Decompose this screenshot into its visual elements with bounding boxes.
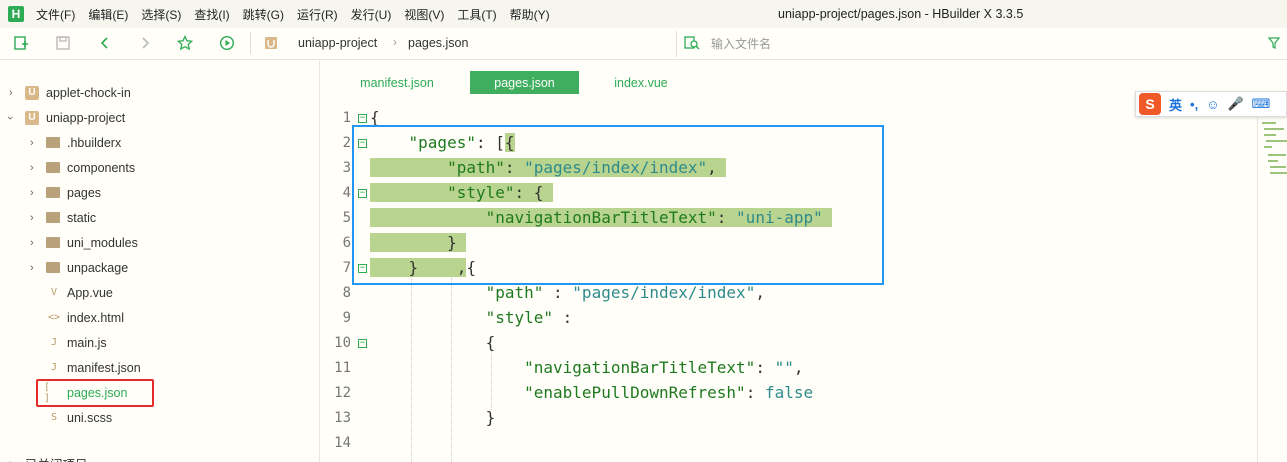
fold-toggle-icon[interactable]: − xyxy=(358,339,367,348)
code-line: 14 xyxy=(321,431,1257,456)
project-icon: U xyxy=(25,85,39,100)
tree-item-uni-scss[interactable]: S uni.scss xyxy=(0,405,320,430)
project-icon xyxy=(262,34,280,52)
folder-icon xyxy=(46,187,60,198)
file-search xyxy=(676,31,1284,57)
closed-projects-header[interactable]: › 已关闭项目 xyxy=(0,451,320,462)
tree-item-uni-modules[interactable]: › uni_modules xyxy=(0,230,320,255)
search-file-icon xyxy=(683,34,701,52)
chevron-right-icon[interactable]: › xyxy=(30,262,34,274)
toolbar: uniapp-project › pages.json xyxy=(0,28,1287,60)
project-icon: U xyxy=(25,110,39,125)
hbuilder-logo-icon: H xyxy=(8,6,24,22)
line-number: 13 xyxy=(334,410,351,426)
tree-item-static[interactable]: › static xyxy=(0,205,320,230)
js-file-icon: J xyxy=(50,337,58,348)
folder-icon xyxy=(46,262,60,273)
ime-emoji-icon[interactable]: ☺ xyxy=(1206,97,1219,112)
tab-index-vue[interactable]: index.vue xyxy=(591,71,691,94)
folder-icon xyxy=(46,237,60,248)
menu-select[interactable]: 选择(S) xyxy=(141,6,181,23)
line-number: 4 xyxy=(342,185,351,201)
ime-voice-icon[interactable]: 🎤 xyxy=(1227,96,1243,112)
tree-item-unpackage[interactable]: › unpackage xyxy=(0,255,320,280)
tree-item-components[interactable]: › components xyxy=(0,155,320,180)
selection-highlight-frame xyxy=(352,125,884,285)
folder-icon xyxy=(46,162,60,173)
ime-keyboard-icon[interactable]: ⌨ xyxy=(1252,96,1271,112)
folder-icon xyxy=(46,137,60,148)
line-number: 9 xyxy=(342,310,351,326)
ime-toolbar[interactable]: S 英 •, ☺ 🎤 ⌨ xyxy=(1135,91,1287,117)
line-number: 5 xyxy=(342,210,351,226)
star-icon[interactable] xyxy=(176,34,194,52)
breadcrumb-file[interactable]: pages.json xyxy=(408,36,468,50)
html-file-icon: <> xyxy=(47,312,61,323)
code-line: 9 "style" : xyxy=(321,306,1257,331)
menu-view[interactable]: 视图(V) xyxy=(404,6,444,23)
line-number: 14 xyxy=(334,435,351,451)
code-line: 13 } xyxy=(321,406,1257,431)
folder-icon xyxy=(46,212,60,223)
file-search-input[interactable] xyxy=(711,35,1231,53)
tree-item-uniapp-project[interactable]: › U uniapp-project xyxy=(0,105,320,130)
tree-item-hbuilderx[interactable]: › .hbuilderx xyxy=(0,130,320,155)
menu-help[interactable]: 帮助(Y) xyxy=(510,6,550,23)
tree-item-app-vue[interactable]: V App.vue xyxy=(0,280,320,305)
ime-punctuation-icon[interactable]: •, xyxy=(1190,97,1198,112)
selected-file-highlight xyxy=(36,379,154,407)
code-line: 10 − { xyxy=(321,331,1257,356)
menu-publish[interactable]: 发行(U) xyxy=(351,6,392,23)
chevron-down-icon[interactable]: › xyxy=(4,116,16,120)
ime-language-toggle[interactable]: 英 xyxy=(1169,95,1182,114)
line-number: 2 xyxy=(342,135,351,151)
tab-pages-json[interactable]: pages.json xyxy=(470,71,579,94)
save-icon[interactable] xyxy=(54,34,72,52)
code-line: 12 "enablePullDownRefresh": false xyxy=(321,381,1257,406)
vue-file-icon: V xyxy=(50,287,58,298)
tree-item-index-html[interactable]: <> index.html xyxy=(0,305,320,330)
line-number: 7 xyxy=(342,260,351,276)
minimap[interactable] xyxy=(1257,100,1287,462)
menu-file[interactable]: 文件(F) xyxy=(36,6,75,23)
tree-item-pages[interactable]: › pages xyxy=(0,180,320,205)
tree-item-manifest-json[interactable]: J manifest.json xyxy=(0,355,320,380)
chevron-right-icon[interactable]: › xyxy=(30,137,34,149)
scss-file-icon: S xyxy=(50,412,58,423)
line-number: 12 xyxy=(334,385,351,401)
chevron-right-icon[interactable]: › xyxy=(9,87,13,99)
fold-toggle-icon[interactable]: − xyxy=(358,114,367,123)
menu-tools[interactable]: 工具(T) xyxy=(457,6,496,23)
chevron-right-icon[interactable]: › xyxy=(9,458,13,462)
code-line: 11 "navigationBarTitleText": "", xyxy=(321,356,1257,381)
menu-edit[interactable]: 编辑(E) xyxy=(88,6,128,23)
breadcrumb-project[interactable]: uniapp-project xyxy=(298,36,377,50)
chevron-right-icon[interactable]: › xyxy=(30,212,34,224)
window-title: uniapp-project/pages.json - HBuilder X 3… xyxy=(778,7,1024,21)
line-number: 6 xyxy=(342,235,351,251)
json-file-icon: J xyxy=(50,362,58,373)
menu-find[interactable]: 查找(I) xyxy=(194,6,229,23)
menu-bar: H 文件(F) 编辑(E) 选择(S) 查找(I) 跳转(G) 运行(R) 发行… xyxy=(0,0,1287,28)
line-number: 3 xyxy=(342,160,351,176)
line-number: 11 xyxy=(334,360,351,376)
menu-goto[interactable]: 跳转(G) xyxy=(243,6,284,23)
chevron-right-icon[interactable]: › xyxy=(30,162,34,174)
new-file-icon[interactable] xyxy=(12,34,30,52)
chevron-right-icon[interactable]: › xyxy=(30,187,34,199)
breadcrumb-chevron-icon: › xyxy=(393,35,397,49)
tab-manifest-json[interactable]: manifest.json xyxy=(335,71,459,94)
tree-item-applet-chock-in[interactable]: › U applet-chock-in xyxy=(0,80,320,105)
tree-item-main-js[interactable]: J main.js xyxy=(0,330,320,355)
run-icon[interactable] xyxy=(218,34,236,52)
forward-icon[interactable] xyxy=(136,34,154,52)
filter-icon[interactable] xyxy=(1265,34,1283,52)
sogou-logo-icon: S xyxy=(1139,93,1161,115)
line-number: 1 xyxy=(342,110,351,126)
line-number: 8 xyxy=(342,285,351,301)
menu-run[interactable]: 运行(R) xyxy=(297,6,338,23)
chevron-right-icon[interactable]: › xyxy=(30,237,34,249)
back-icon[interactable] xyxy=(96,34,114,52)
line-number: 10 xyxy=(334,335,351,351)
